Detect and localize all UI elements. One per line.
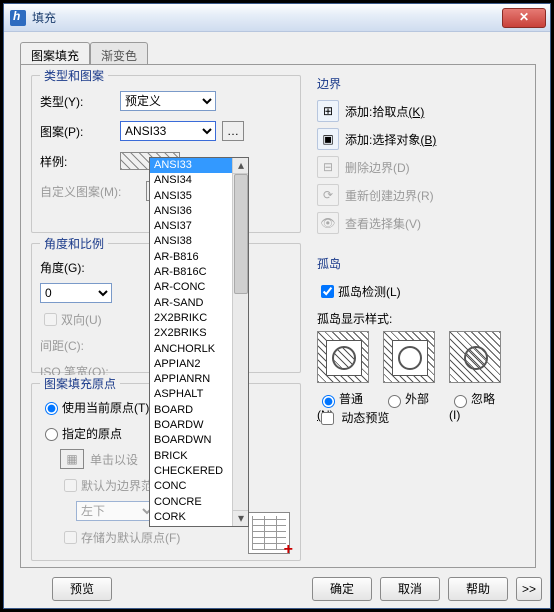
dialog-body: 图案填充 渐变色 类型和图案 类型(Y): 预定义 图案(P): ANSI33 … [4,32,550,608]
use-current-origin-label: 使用当前原点(T) [62,399,149,416]
remove-boundary-icon: ⊟ [317,156,339,178]
group-title-origin: 图案填充原点 [40,375,120,392]
use-current-origin-radio[interactable] [45,402,58,415]
island-style-label: 孤岛显示样式: [317,310,527,327]
view-selection-icon: 👁 [317,212,339,234]
scroll-thumb[interactable] [234,174,248,294]
ok-button[interactable]: 确定 [312,577,372,601]
cancel-button[interactable]: 取消 [380,577,440,601]
group-title-angle: 角度和比例 [40,235,108,252]
dialog-window: 填充 ✕ 图案填充 渐变色 类型和图案 类型(Y): 预定义 图案(P): AN… [3,3,551,609]
main-panel: 类型和图案 类型(Y): 预定义 图案(P): ANSI33 … 样例: 自定义… [20,64,536,568]
add-pick-label[interactable]: 添加:拾取点(K) [345,103,424,120]
island-normal-sample[interactable] [317,331,369,383]
specify-origin-radio[interactable] [45,428,58,441]
pattern-dropdown-list[interactable]: ANSI33ANSI34ANSI35ANSI36ANSI37ANSI38AR-B… [149,157,249,527]
pattern-combo[interactable]: ANSI33 [120,121,216,141]
group-boundary: 边界 ⊞ 添加:拾取点(K) ▣ 添加:选择对象(B) ⊟ 删除边界(D) ⟳ … [317,75,527,245]
group-title-type: 类型和图案 [40,67,108,84]
sample-label: 样例: [40,153,120,170]
store-default-label: 存储为默认原点(F) [81,529,180,546]
group-title-boundary: 边界 [317,77,341,91]
island-detect-checkbox[interactable] [321,285,334,298]
island-ignore-radio-row[interactable]: 忽略(I) [449,390,501,422]
expand-button[interactable]: >> [516,577,542,601]
default-extent-checkbox [64,479,77,492]
store-default-checkbox [64,531,77,544]
click-set-label: 单击以设 [90,451,138,468]
dropdown-scrollbar[interactable]: ▴ ▾ [232,158,248,526]
pattern-browse-button[interactable]: … [222,121,244,141]
group-title-island: 孤岛 [317,257,341,271]
app-icon [10,10,26,26]
two-way-checkbox [44,313,57,326]
preview-button[interactable]: 预览 [52,577,112,601]
dynamic-preview-row: 动态预览 [317,409,389,428]
custom-pattern-label: 自定义图案(M): [40,183,140,200]
island-ignore-sample[interactable] [449,331,501,383]
pattern-label: 图案(P): [40,123,120,140]
remove-boundary-label: 删除边界(D) [345,159,410,176]
titlebar[interactable]: 填充 ✕ [4,4,550,32]
origin-preview [248,512,290,554]
two-way-label: 双向(U) [61,311,102,328]
footer: 预览 确定 取消 帮助 >> [4,570,550,608]
window-title: 填充 [32,9,502,26]
island-outer-radio-row[interactable]: 外部 [383,390,435,422]
help-button[interactable]: 帮助 [448,577,508,601]
view-selection-label: 查看选择集(V) [345,215,421,232]
angle-combo[interactable]: 0 [40,283,112,303]
scroll-up-arrow[interactable]: ▴ [233,158,249,174]
add-select-icon[interactable]: ▣ [317,128,339,150]
type-combo[interactable]: 预定义 [120,91,216,111]
group-island: 孤岛 孤岛检测(L) 孤岛显示样式: [317,255,527,395]
type-label: 类型(Y): [40,93,120,110]
island-detect-label: 孤岛检测(L) [338,283,401,300]
island-outer-radio[interactable] [388,395,401,408]
pick-origin-icon: ▦ [60,449,84,469]
close-button[interactable]: ✕ [502,8,546,28]
island-ignore-radio[interactable] [454,395,467,408]
island-outer-sample[interactable] [383,331,435,383]
spacing-label: 间距(C): [40,337,120,354]
angle-label: 角度(G): [40,259,120,276]
island-normal-radio[interactable] [322,395,335,408]
recreate-boundary-label: 重新创建边界(R) [345,187,434,204]
scroll-down-arrow[interactable]: ▾ [233,510,249,526]
origin-pos-combo: 左下 [76,501,156,521]
add-select-label[interactable]: 添加:选择对象(B) [345,131,436,148]
dynamic-preview-checkbox[interactable] [321,412,334,425]
add-pick-icon[interactable]: ⊞ [317,100,339,122]
recreate-boundary-icon: ⟳ [317,184,339,206]
dynamic-preview-label: 动态预览 [341,411,389,425]
specify-origin-label: 指定的原点 [62,425,122,442]
